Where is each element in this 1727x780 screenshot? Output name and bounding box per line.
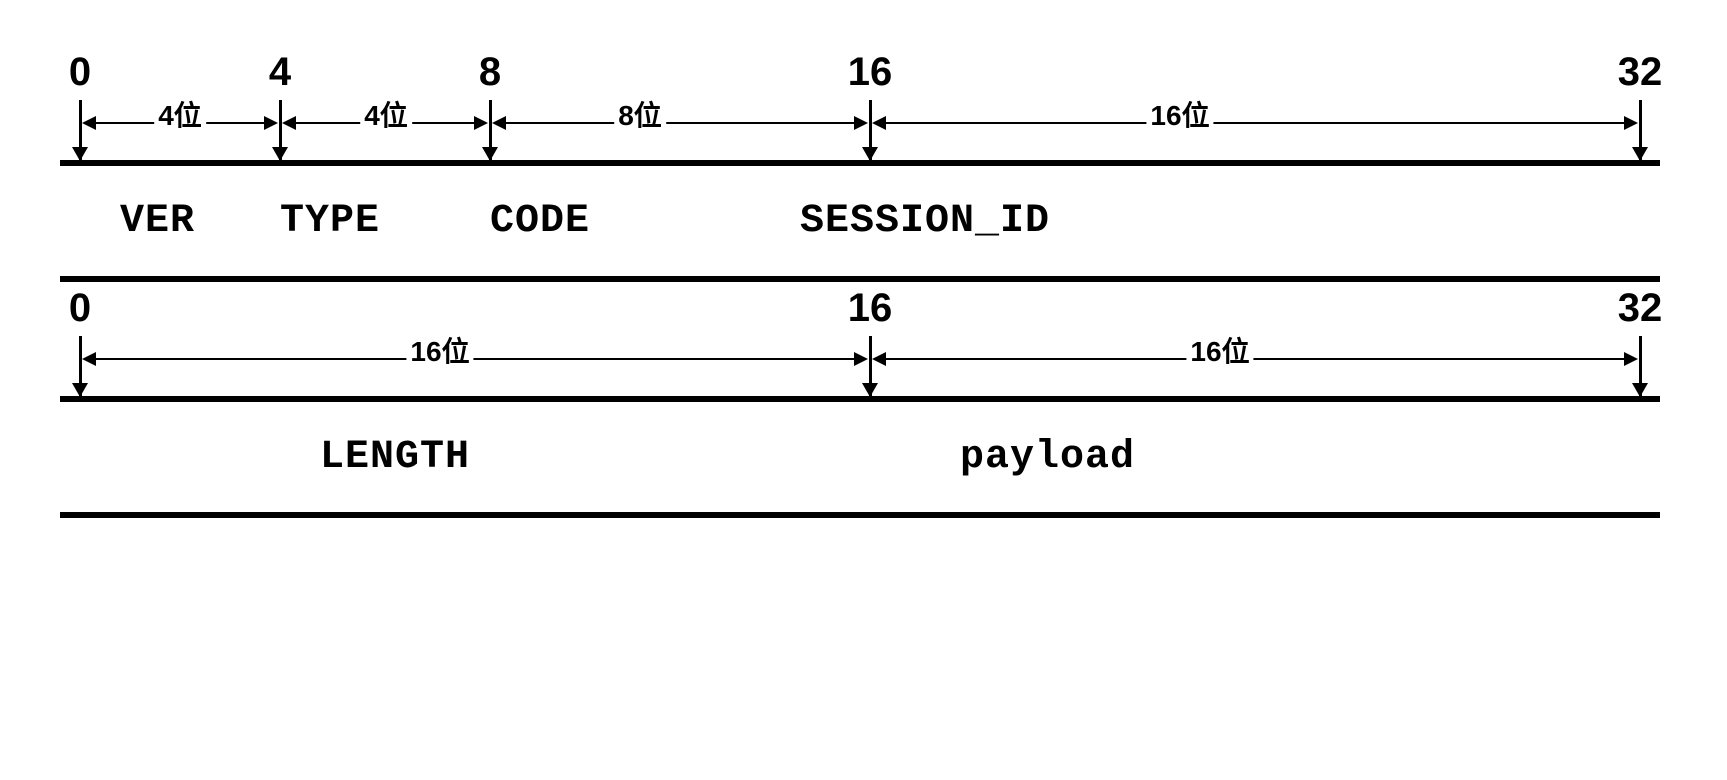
bit-pos-0: 0 (69, 286, 91, 331)
arrow-left-icon (282, 116, 296, 130)
bit-pos-4: 4 (269, 50, 291, 95)
arrow-right-icon (854, 116, 868, 130)
bit-pos-8: 8 (479, 50, 501, 95)
row1-bottom-border (60, 276, 1660, 282)
bit-pos-16: 16 (848, 286, 893, 331)
tick-8 (489, 100, 492, 160)
row2-fields: LENGTH payload (60, 402, 1660, 512)
tick-4 (279, 100, 282, 160)
arrow-right-icon (854, 352, 868, 366)
field-ver: VER (120, 199, 280, 244)
tick-16 (869, 100, 872, 160)
row1-fields: VER TYPE CODE SESSION_ID (60, 166, 1660, 276)
dim-16-32 (884, 358, 1626, 360)
width-16-32: 16位 (1146, 94, 1213, 134)
bit-pos-32: 32 (1618, 50, 1663, 95)
field-session: SESSION_ID (800, 199, 1050, 244)
field-length: LENGTH (320, 435, 960, 480)
bit-pos-32: 32 (1618, 286, 1663, 331)
dim-8-16 (504, 122, 856, 124)
tick-16 (869, 336, 872, 396)
tick-32 (1639, 336, 1642, 396)
field-type: TYPE (280, 199, 490, 244)
width-0-4: 4位 (154, 94, 206, 134)
tick-0 (79, 336, 82, 396)
bit-pos-16: 16 (848, 50, 893, 95)
width-16-32: 16位 (1186, 330, 1253, 370)
dim-0-16 (94, 358, 856, 360)
width-4-8: 4位 (360, 94, 412, 134)
arrow-right-icon (474, 116, 488, 130)
field-payload: payload (960, 435, 1135, 480)
row1-bit-ruler: 0 4 8 16 32 4位 4位 8位 16位 (60, 50, 1660, 160)
packet-format-diagram: 0 4 8 16 32 4位 4位 8位 16位 VER TYPE CODE (60, 50, 1660, 518)
arrow-left-icon (82, 116, 96, 130)
arrow-right-icon (1624, 352, 1638, 366)
arrow-left-icon (492, 116, 506, 130)
arrow-left-icon (872, 352, 886, 366)
arrow-right-icon (264, 116, 278, 130)
width-0-16: 16位 (406, 330, 473, 370)
row2-bit-ruler: 0 16 32 16位 16位 (60, 286, 1660, 396)
dim-16-32 (884, 122, 1626, 124)
tick-0 (79, 100, 82, 160)
arrow-left-icon (872, 116, 886, 130)
bit-pos-0: 0 (69, 50, 91, 95)
row2-bottom-border (60, 512, 1660, 518)
arrow-left-icon (82, 352, 96, 366)
field-code: CODE (490, 199, 800, 244)
arrow-right-icon (1624, 116, 1638, 130)
tick-32 (1639, 100, 1642, 160)
width-8-16: 8位 (614, 94, 666, 134)
